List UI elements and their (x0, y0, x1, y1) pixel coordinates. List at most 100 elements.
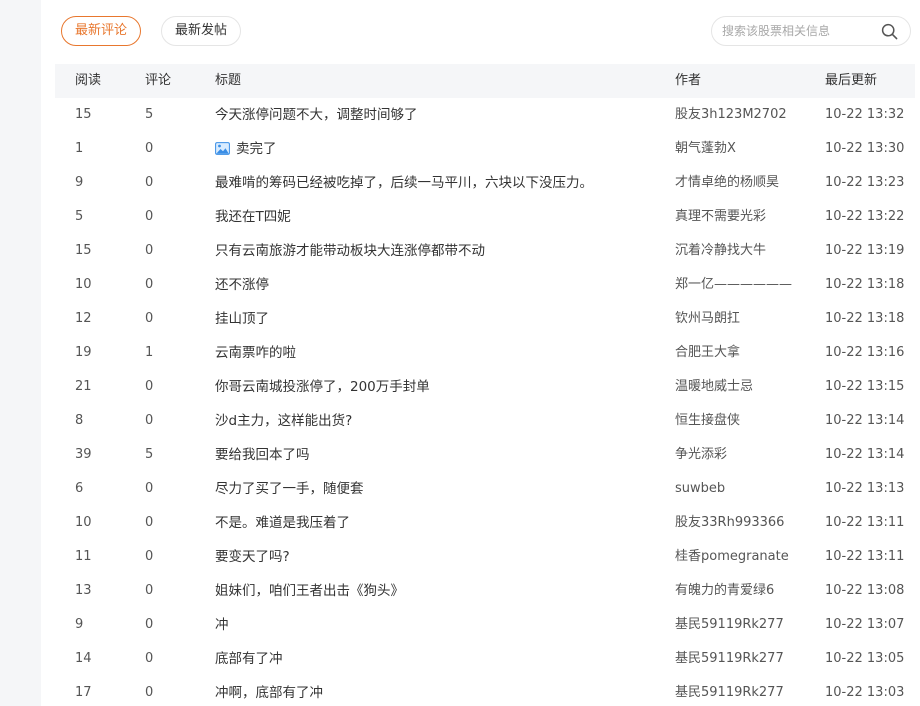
comment-count: 0 (145, 209, 154, 224)
comment-count: 5 (145, 447, 154, 462)
post-title-link[interactable]: 卖完了 (236, 141, 277, 157)
title-cell: 姐妹们，咱们王者出击《狗头》 (215, 574, 670, 608)
comment-count: 0 (145, 277, 154, 292)
table-row: 13 0 姐妹们，咱们王者出击《狗头》 有魄力的青爱绿6 10-22 13:08 (55, 574, 915, 608)
post-title-link[interactable]: 不是。难道是我压着了 (215, 515, 350, 531)
header-comment: 评论 (145, 73, 172, 88)
post-title-link[interactable]: 要变天了吗? (215, 549, 290, 565)
author-link[interactable]: 股友3h123M2702 (675, 107, 787, 122)
post-title-link[interactable]: 我还在T四妮 (215, 209, 291, 225)
read-count: 12 (75, 311, 92, 326)
author-cell: 有魄力的青爱绿6 (675, 574, 815, 608)
comment-count: 0 (145, 141, 154, 156)
left-gutter (0, 0, 41, 706)
comment-count: 0 (145, 243, 154, 258)
table-row: 14 0 底部有了冲 基民59119Rk277 10-22 13:05 (55, 642, 915, 676)
title-cell: 云南票咋的啦 (215, 336, 670, 370)
table-body: 15 5 今天涨停问题不大，调整时间够了 股友3h123M2702 10-22 13:3… (55, 98, 915, 706)
title-cell: 不是。难道是我压着了 (215, 506, 670, 540)
post-title-link[interactable]: 要给我回本了吗 (215, 447, 310, 463)
table-row: 39 5 要给我回本了吗 争光添彩 10-22 13:14 (55, 438, 915, 472)
post-title-link[interactable]: 只有云南旅游才能带动板块大连涨停都带不动 (215, 243, 485, 259)
author-cell: 郑一亿—————— (675, 268, 815, 302)
author-link[interactable]: 才情卓绝的杨顺昊 (675, 175, 779, 190)
comment-count: 0 (145, 685, 154, 700)
author-cell: 沉着冷静找大牛 (675, 234, 815, 268)
last-updated: 10-22 13:05 (825, 651, 905, 666)
search-icon[interactable] (881, 23, 898, 40)
author-link[interactable]: 钦州马朗扛 (675, 311, 740, 326)
read-count: 39 (75, 447, 92, 462)
title-cell: 尽力了买了一手，随便套 (215, 472, 670, 506)
table-row: 10 0 不是。难道是我压着了 股友33Rh993366 10-22 13:11 (55, 506, 915, 540)
header-author: 作者 (675, 73, 702, 88)
search-box (711, 16, 911, 46)
author-link[interactable]: 沉着冷静找大牛 (675, 243, 766, 258)
author-cell: 朝气蓬勃X (675, 132, 815, 166)
last-updated: 10-22 13:23 (825, 175, 905, 190)
comment-count: 1 (145, 345, 154, 360)
read-count: 17 (75, 685, 92, 700)
read-count: 5 (75, 209, 84, 224)
author-link[interactable]: 基民59119Rk277 (675, 685, 784, 700)
table-row: 15 5 今天涨停问题不大，调整时间够了 股友3h123M2702 10-22 13:3… (55, 98, 915, 132)
header-read: 阅读 (75, 73, 102, 88)
last-updated: 10-22 13:15 (825, 379, 905, 394)
read-count: 6 (75, 481, 84, 496)
post-title-link[interactable]: 姐妹们，咱们王者出击《狗头》 (215, 583, 404, 599)
author-link[interactable]: 基民59119Rk277 (675, 651, 784, 666)
author-link[interactable]: suwbeb (675, 481, 725, 496)
read-count: 9 (75, 617, 84, 632)
last-updated: 10-22 13:22 (825, 209, 905, 224)
post-title-link[interactable]: 冲啊，底部有了冲 (215, 685, 323, 701)
toolbar: 最新评论 最新发帖 (61, 16, 911, 46)
title-cell: 卖完了 (215, 132, 670, 166)
read-count: 10 (75, 277, 92, 292)
post-title-link[interactable]: 挂山顶了 (215, 311, 269, 327)
tab-latest-posts[interactable]: 最新发帖 (161, 16, 241, 46)
author-link[interactable]: 争光添彩 (675, 447, 727, 462)
comment-count: 0 (145, 651, 154, 666)
read-count: 19 (75, 345, 92, 360)
author-link[interactable]: 股友33Rh993366 (675, 515, 784, 530)
post-list-table: 阅读 评论 标题 作者 最后更新 1 5 5 今天涨停问题不大，调整时间够了 股友3h1… (55, 64, 915, 706)
author-link[interactable]: 桂香pomegranate (675, 549, 789, 564)
table-row: 6 0 尽力了买了一手，随便套 suwbeb 10-22 13:13 (55, 472, 915, 506)
post-title-link[interactable]: 沙d主力，这样能出货? (215, 413, 352, 429)
author-link[interactable]: 基民59119Rk277 (675, 617, 784, 632)
author-link[interactable]: 恒生接盘侠 (675, 413, 740, 428)
post-title-link[interactable]: 尽力了买了一手，随便套 (215, 481, 364, 497)
comment-count: 5 (145, 107, 154, 122)
last-updated: 10-22 13:07 (825, 617, 905, 632)
author-cell: suwbeb (675, 472, 815, 506)
table-row: 1 0 卖完了 朝气蓬勃X 10-22 13:30 (55, 132, 915, 166)
author-link[interactable]: 合肥王大拿 (675, 345, 740, 360)
last-updated: 10-22 13:14 (825, 447, 905, 462)
table-row: 12 0 挂山顶了 钦州马朗扛 10-22 13:18 (55, 302, 915, 336)
post-title-link[interactable]: 云南票咋的啦 (215, 345, 296, 361)
title-cell: 要给我回本了吗 (215, 438, 670, 472)
author-cell: 钦州马朗扛 (675, 302, 815, 336)
post-title-link[interactable]: 你哥云南城投涨停了，200万手封单 (215, 379, 430, 395)
search-input[interactable] (722, 21, 872, 41)
post-title-link[interactable]: 今天涨停问题不大，调整时间够了 (215, 107, 418, 123)
author-link[interactable]: 真理不需要光彩 (675, 209, 766, 224)
table-row: 5 0 我还在T四妮 真理不需要光彩 10-22 13:22 (55, 200, 915, 234)
post-title-link[interactable]: 冲 (215, 617, 229, 633)
author-link[interactable]: 郑一亿—————— (675, 277, 792, 292)
table-row: 19 1 云南票咋的啦 合肥王大拿 10-22 13:16 (55, 336, 915, 370)
table-header: 阅读 评论 标题 作者 最后更新 (55, 64, 915, 98)
author-link[interactable]: 有魄力的青爱绿6 (675, 583, 774, 598)
comment-count: 0 (145, 583, 154, 598)
post-title-link[interactable]: 还不涨停 (215, 277, 269, 293)
comment-count: 0 (145, 379, 154, 394)
author-cell: 合肥王大拿 (675, 336, 815, 370)
post-title-link[interactable]: 最难啃的筹码已经被吃掉了，后续一马平川，六块以下没压力。 (215, 175, 593, 191)
author-link[interactable]: 温暖地威士忌 (675, 379, 753, 394)
author-link[interactable]: 朝气蓬勃X (675, 141, 736, 156)
tab-latest-comments[interactable]: 最新评论 (61, 16, 141, 46)
post-title-link[interactable]: 底部有了冲 (215, 651, 283, 667)
last-updated: 10-22 13:18 (825, 277, 905, 292)
title-cell: 底部有了冲 (215, 642, 670, 676)
last-updated: 10-22 13:03 (825, 685, 905, 700)
